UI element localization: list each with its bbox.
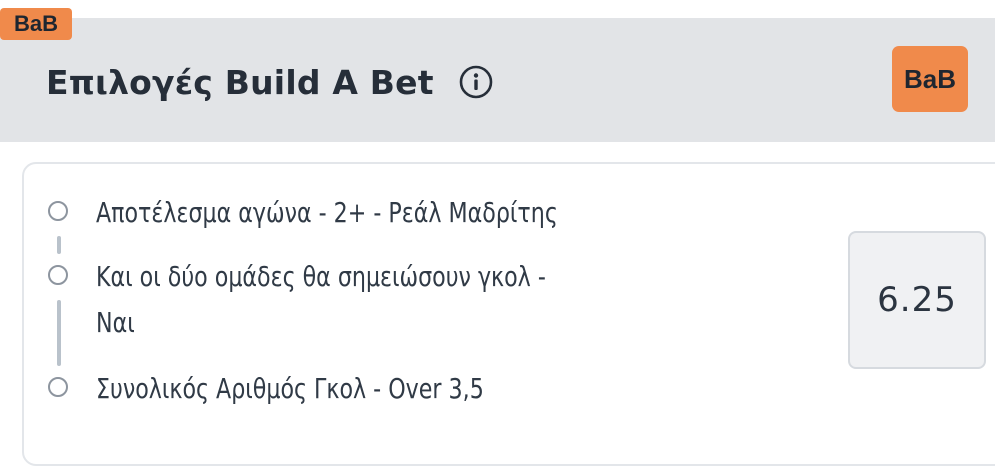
bab-button[interactable]: BaB [892, 46, 968, 112]
selection-item[interactable]: Αποτέλεσμα αγώνα - 2+ - Ρεάλ Μαδρίτης [48, 190, 621, 236]
selection-label-line: Ναι [96, 306, 135, 339]
selection-label: Αποτέλεσμα αγώνα - 2+ - Ρεάλ Μαδρίτης [96, 196, 558, 229]
info-icon[interactable] [458, 64, 494, 100]
radio-icon[interactable] [48, 265, 68, 285]
selection-label: Και οι δύο ομάδες θα σημειώσουν γκολ - Ν… [96, 254, 546, 346]
radio-icon[interactable] [48, 377, 68, 397]
selection-item[interactable]: Συνολικός Αριθμός Γκολ - Over 3,5 [48, 366, 537, 412]
selection-item[interactable]: Και οι δύο ομάδες θα σημειώσουν γκολ - Ν… [48, 254, 607, 346]
selection-label-line: Και οι δύο ομάδες θα σημειώσουν γκολ - [96, 260, 546, 293]
page-title: Επιλογές Build A Bet [46, 62, 434, 102]
radio-icon[interactable] [48, 201, 68, 221]
odds-button[interactable]: 6.25 [848, 231, 986, 369]
selection-label: Συνολικός Αριθμός Γκολ - Over 3,5 [96, 372, 484, 405]
connector-line [57, 236, 61, 254]
header-title-row: Επιλογές Build A Bet [46, 60, 494, 104]
bab-tag: BaB [0, 8, 72, 40]
